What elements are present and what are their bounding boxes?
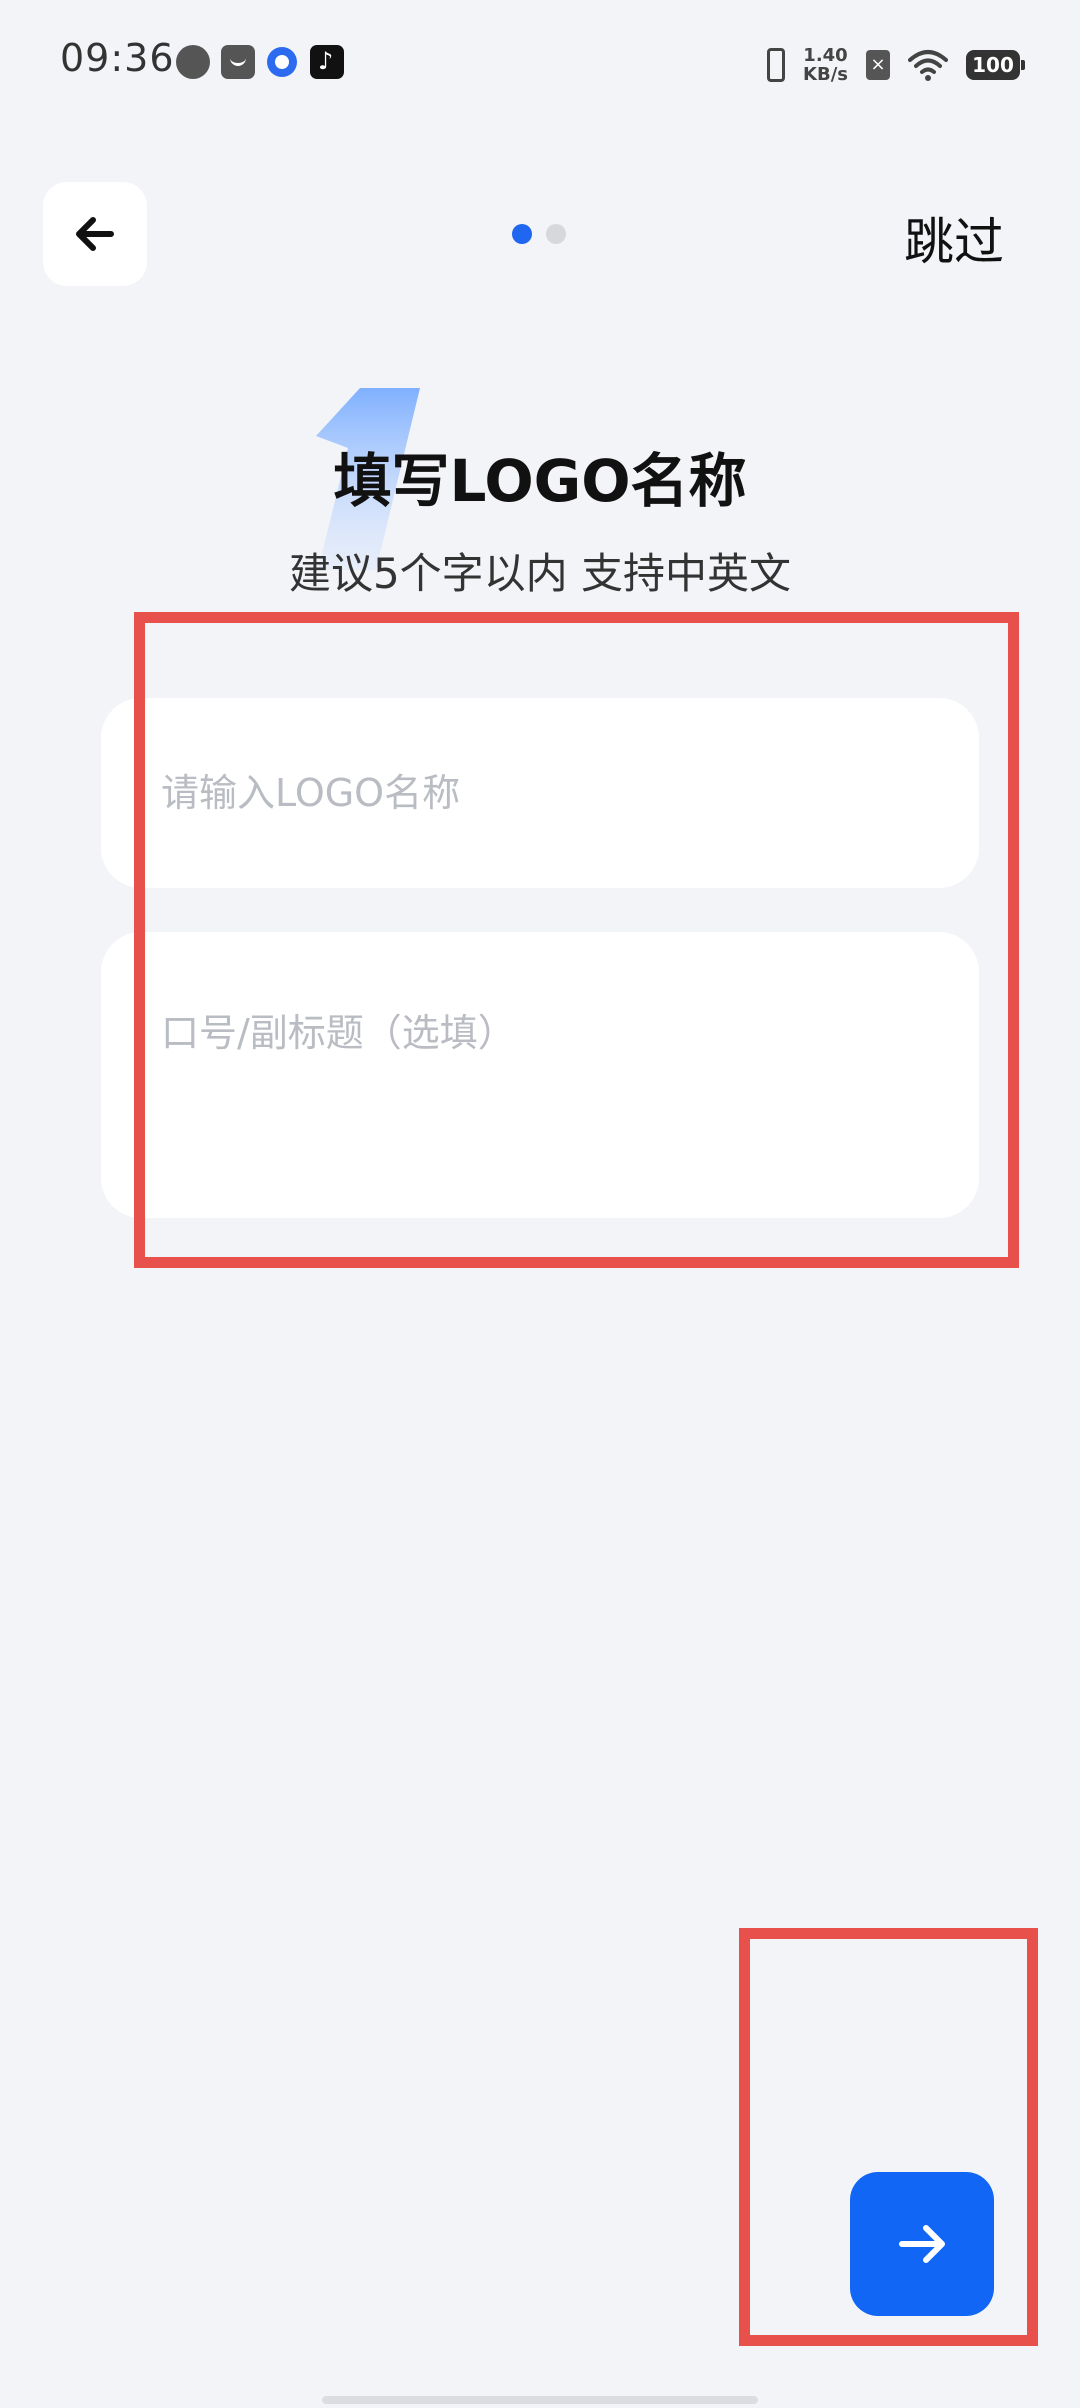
slogan-card: [101, 932, 979, 1218]
page-dot-inactive: [546, 224, 566, 244]
logo-name-input[interactable]: [101, 698, 979, 888]
page-title: 填写LOGO名称: [333, 447, 747, 515]
screen: 09:36 1.40 KB/s × 100: [0, 0, 1080, 2408]
status-indicators: 1.40 KB/s × 100: [767, 40, 1025, 90]
back-button[interactable]: [43, 182, 147, 286]
network-speed-value: 1.40: [803, 45, 848, 66]
status-bar: 09:36 1.40 KB/s × 100: [0, 0, 1080, 130]
slogan-input[interactable]: [101, 932, 979, 1218]
status-time: 09:36: [60, 36, 175, 80]
page-dot-active: [512, 224, 532, 244]
arrow-right-icon: [899, 2225, 945, 2263]
page-subtitle: 建议5个字以内 支持中英文: [288, 549, 792, 598]
browser-app-icon: [267, 47, 297, 77]
no-sim-icon: ×: [866, 50, 890, 80]
shopping-bag-icon: [221, 45, 255, 79]
network-speed: 1.40 KB/s: [803, 46, 848, 84]
tiktok-icon: [310, 45, 344, 79]
next-button[interactable]: [850, 2172, 994, 2316]
feather-app-icon: [176, 45, 210, 79]
arrow-left-icon: [76, 217, 114, 251]
logo-name-card: [101, 698, 979, 888]
skip-button[interactable]: 跳过: [904, 202, 1004, 274]
page-indicator: [512, 224, 566, 244]
battery-icon: 100: [966, 50, 1025, 80]
vibrate-icon: [767, 48, 786, 82]
network-speed-unit: KB/s: [803, 64, 848, 85]
home-indicator[interactable]: [322, 2396, 758, 2404]
wifi-icon: [908, 50, 948, 81]
